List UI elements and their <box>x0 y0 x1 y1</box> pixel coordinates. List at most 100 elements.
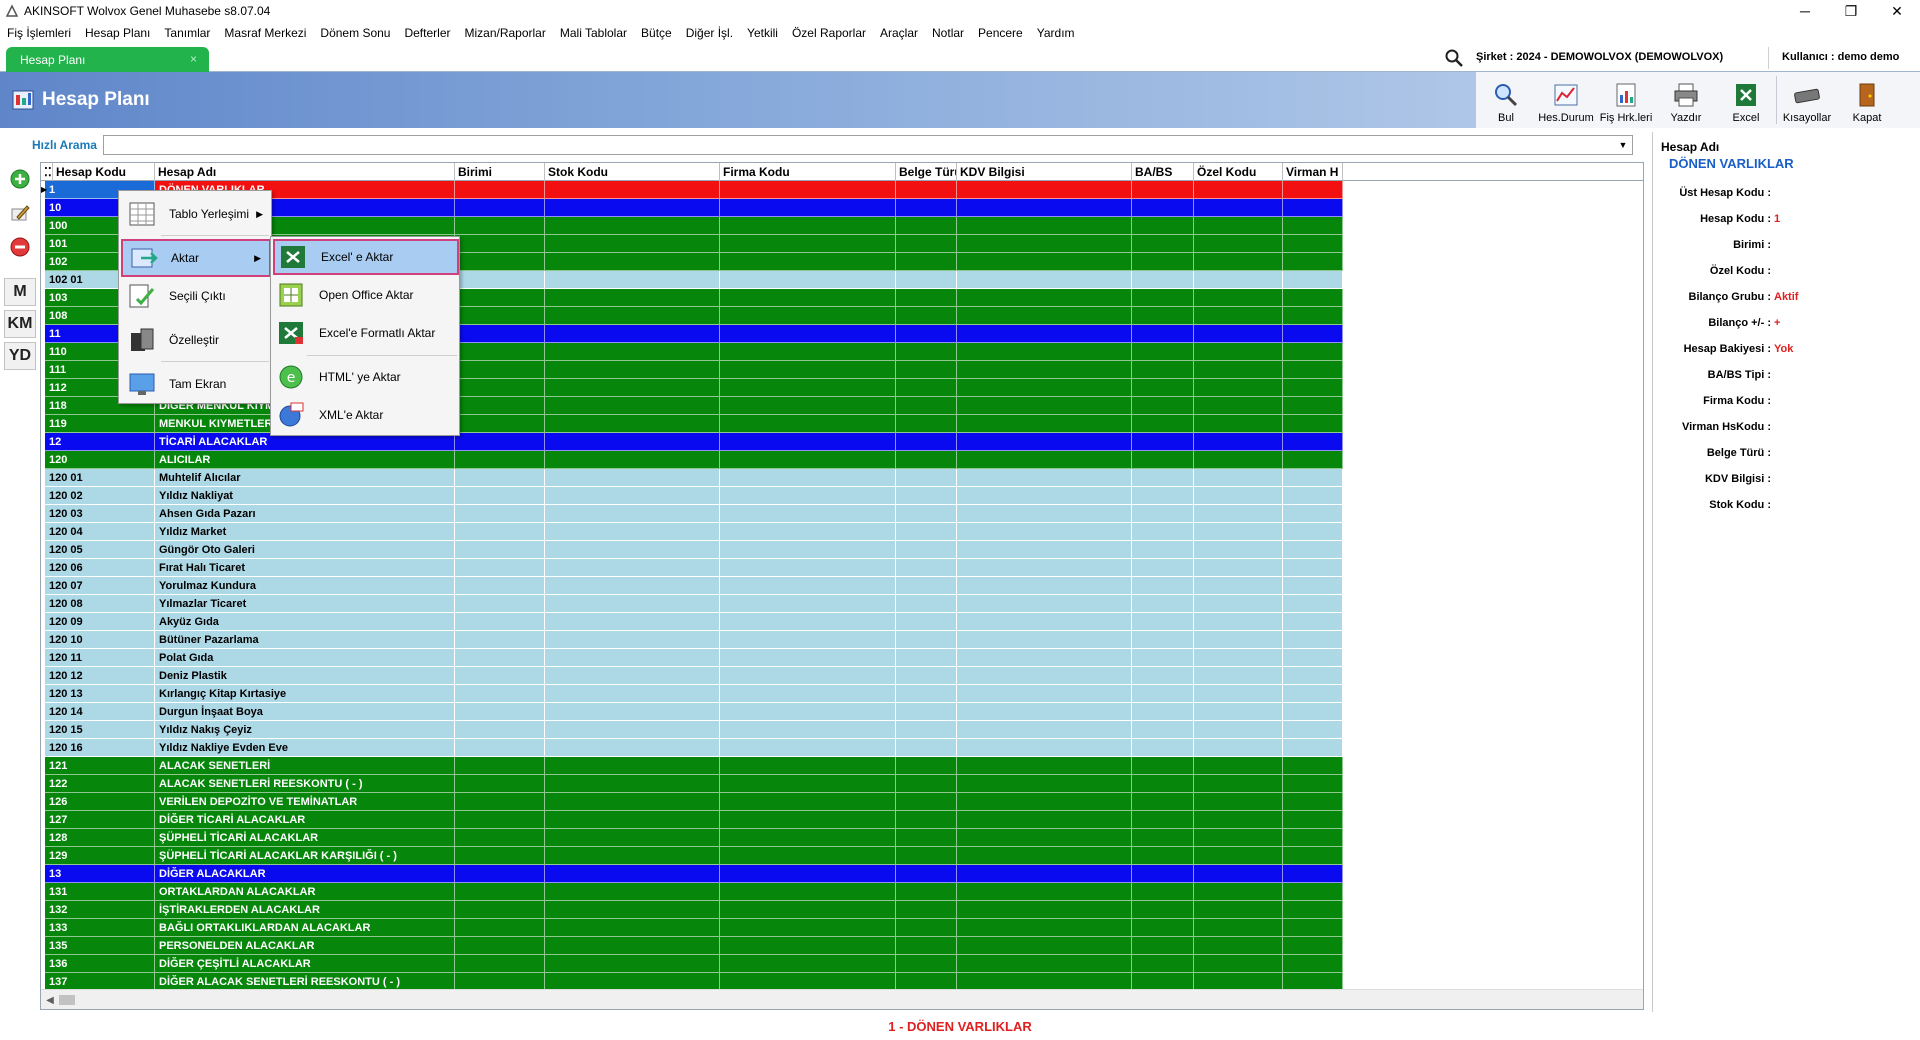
table-row[interactable]: 120 13 Kırlangıç Kitap Kırtasiye <box>41 685 1625 703</box>
tab-hesap-plani[interactable]: Hesap Planı × <box>6 47 209 72</box>
context-menu-item[interactable]: Özelleştir <box>121 321 271 359</box>
table-row[interactable]: 120 10 Bütüner Pazarlama <box>41 631 1625 649</box>
toolbar-button-hes-durum[interactable]: Hes.Durum <box>1536 72 1596 128</box>
table-row[interactable]: 136 DİĞER ÇEŞİTLİ ALACAKLAR <box>41 955 1625 973</box>
table-row[interactable]: 120 15 Yıldız Nakış Çeyiz <box>41 721 1625 739</box>
menu-item[interactable]: Defterler <box>397 26 457 40</box>
context-menu-item[interactable]: Tam Ekran <box>121 365 271 403</box>
column-header[interactable]: Hesap Adı <box>155 163 455 181</box>
table-row[interactable]: 120 09 Akyüz Gıda <box>41 613 1625 631</box>
table-row[interactable]: 120 14 Durgun İnşaat Boya <box>41 703 1625 721</box>
column-header[interactable]: Özel Kodu <box>1194 163 1283 181</box>
table-row[interactable]: 131 ORTAKLARDAN ALACAKLAR <box>41 883 1625 901</box>
table-row[interactable]: 120 05 Güngör Oto Galeri <box>41 541 1625 559</box>
menu-item[interactable]: Araçlar <box>873 26 925 40</box>
submenu-item[interactable]: e HTML' ye Aktar <box>273 359 459 395</box>
context-menu-item[interactable]: Seçili Çıktı <box>121 277 271 315</box>
menu-item[interactable]: Bütçe <box>634 26 679 40</box>
km-button[interactable]: KM <box>4 310 36 338</box>
table-row[interactable]: 13 DİĞER ALACAKLAR <box>41 865 1625 883</box>
delete-button[interactable] <box>4 232 36 262</box>
edit-button[interactable] <box>4 198 36 228</box>
table-row[interactable]: 120 08 Yılmazlar Ticaret <box>41 595 1625 613</box>
table-row[interactable]: 120 02 Yıldız Nakliyat <box>41 487 1625 505</box>
search-icon[interactable] <box>1444 48 1464 68</box>
column-chooser-icon[interactable]: ⁚⁚ <box>41 163 53 181</box>
column-header[interactable]: Stok Kodu <box>545 163 720 181</box>
table-row[interactable]: 127 DİĞER TİCARİ ALACAKLAR <box>41 811 1625 829</box>
table-row[interactable]: 128 ŞÜPHELİ TİCARİ ALACAKLAR <box>41 829 1625 847</box>
table-cell <box>1283 469 1343 487</box>
table-row[interactable]: 121 ALACAK SENETLERİ <box>41 757 1625 775</box>
submenu-item[interactable]: Open Office Aktar <box>273 277 459 313</box>
column-header[interactable]: BA/BS <box>1132 163 1194 181</box>
context-menu-item[interactable]: Aktar ▶ <box>121 239 271 277</box>
submenu-item[interactable]: Excel'e Formatlı Aktar <box>273 315 459 351</box>
m-button[interactable]: M <box>4 278 36 306</box>
tab-close-icon[interactable]: × <box>190 52 197 66</box>
table-cell <box>1283 289 1343 307</box>
column-header[interactable]: Birimi <box>455 163 545 181</box>
restore-button[interactable]: ❐ <box>1828 0 1874 22</box>
quick-search-input[interactable] <box>103 135 1633 155</box>
column-header[interactable]: Virman H <box>1283 163 1343 181</box>
scroll-left-icon[interactable]: ◀ <box>41 990 59 1009</box>
table-row[interactable]: 137 DİĞER ALACAK SENETLERİ REESKONTU ( - … <box>41 973 1625 989</box>
table-row[interactable]: 126 VERİLEN DEPOZİTO VE TEMİNATLAR <box>41 793 1625 811</box>
column-header[interactable]: Hesap Kodu <box>53 163 155 181</box>
table-row[interactable]: 122 ALACAK SENETLERİ REESKONTU ( - ) <box>41 775 1625 793</box>
toolbar-button-bul[interactable]: Bul <box>1476 72 1536 128</box>
table-cell <box>545 757 720 775</box>
table-row[interactable]: 120 04 Yıldız Market <box>41 523 1625 541</box>
table-row[interactable]: 10HAZIR DEĞERLER <box>41 199 1625 217</box>
toolbar-button-k-sayollar[interactable]: Kısayollar <box>1777 72 1837 128</box>
context-menu-item[interactable]: Tablo Yerleşimi ▶ <box>121 195 271 233</box>
toolbar-button-fi-hrk-leri[interactable]: Fiş Hrk.leri <box>1596 72 1656 128</box>
horizontal-scrollbar[interactable]: ◀ ▶ <box>41 989 1643 1009</box>
table-cell <box>720 307 896 325</box>
menu-item[interactable]: Yardım <box>1030 26 1082 40</box>
menu-item[interactable]: Yetkili <box>740 26 785 40</box>
chevron-down-icon[interactable]: ▼ <box>1614 136 1632 154</box>
menu-item[interactable]: Dönem Sonu <box>313 26 397 40</box>
menu-item[interactable]: Masraf Merkezi <box>217 26 313 40</box>
add-button[interactable] <box>4 164 36 194</box>
menu-item[interactable]: Özel Raporlar <box>785 26 873 40</box>
menu-item[interactable]: Tanımlar <box>157 26 217 40</box>
column-header[interactable]: KDV Bilgisi <box>957 163 1132 181</box>
table-row[interactable]: 120 01 Muhtelif Alıcılar <box>41 469 1625 487</box>
table-row[interactable]: 120 03 Ahsen Gıda Pazarı <box>41 505 1625 523</box>
table-row[interactable]: 135 PERSONELDEN ALACAKLAR <box>41 937 1625 955</box>
column-header[interactable]: Firma Kodu <box>720 163 896 181</box>
toolbar-button-excel[interactable]: Excel <box>1716 72 1776 128</box>
table-cell <box>1283 757 1343 775</box>
table-row[interactable]: 120 ALICILAR <box>41 451 1625 469</box>
toolbar-button-kapat[interactable]: Kapat <box>1837 72 1897 128</box>
table-row[interactable]: 120 16 Yıldız Nakliye Evden Eve <box>41 739 1625 757</box>
toolbar-button-yazd-r[interactable]: Yazdır <box>1656 72 1716 128</box>
menu-item[interactable]: Pencere <box>971 26 1030 40</box>
table-row[interactable]: 120 07 Yorulmaz Kundura <box>41 577 1625 595</box>
menu-item[interactable]: Hesap Planı <box>78 26 157 40</box>
close-window-button[interactable]: ✕ <box>1874 0 1920 22</box>
table-row[interactable]: 100KASA <box>41 217 1625 235</box>
column-header[interactable]: Belge Türü <box>896 163 957 181</box>
menu-item[interactable]: Fiş İşlemleri <box>0 26 78 40</box>
minimize-button[interactable]: ─ <box>1782 0 1828 22</box>
submenu-item[interactable]: Excel' e Aktar <box>273 239 459 275</box>
menu-item[interactable]: Diğer İşl. <box>679 26 740 40</box>
account-name-cell: ŞÜPHELİ TİCARİ ALACAKLAR <box>155 829 455 847</box>
table-row[interactable]: 129 ŞÜPHELİ TİCARİ ALACAKLAR KARŞILIĞI ( … <box>41 847 1625 865</box>
table-row[interactable]: 120 11 Polat Gıda <box>41 649 1625 667</box>
table-row[interactable]: 120 06 Fırat Halı Ticaret <box>41 559 1625 577</box>
table-row[interactable]: 1DÖNEN VARLIKLAR <box>41 181 1625 199</box>
table-row[interactable]: 132 İŞTİRAKLERDEN ALACAKLAR <box>41 901 1625 919</box>
menu-item[interactable]: Mizan/Raporlar <box>457 26 552 40</box>
table-row[interactable]: 133 BAĞLI ORTAKLIKLARDAN ALACAKLAR <box>41 919 1625 937</box>
table-row[interactable]: 120 12 Deniz Plastik <box>41 667 1625 685</box>
hscroll-thumb[interactable] <box>59 995 75 1005</box>
menu-item[interactable]: Mali Tablolar <box>553 26 634 40</box>
submenu-item[interactable]: XML'e Aktar <box>273 397 459 433</box>
yd-button[interactable]: YD <box>4 342 36 370</box>
menu-item[interactable]: Notlar <box>925 26 971 40</box>
